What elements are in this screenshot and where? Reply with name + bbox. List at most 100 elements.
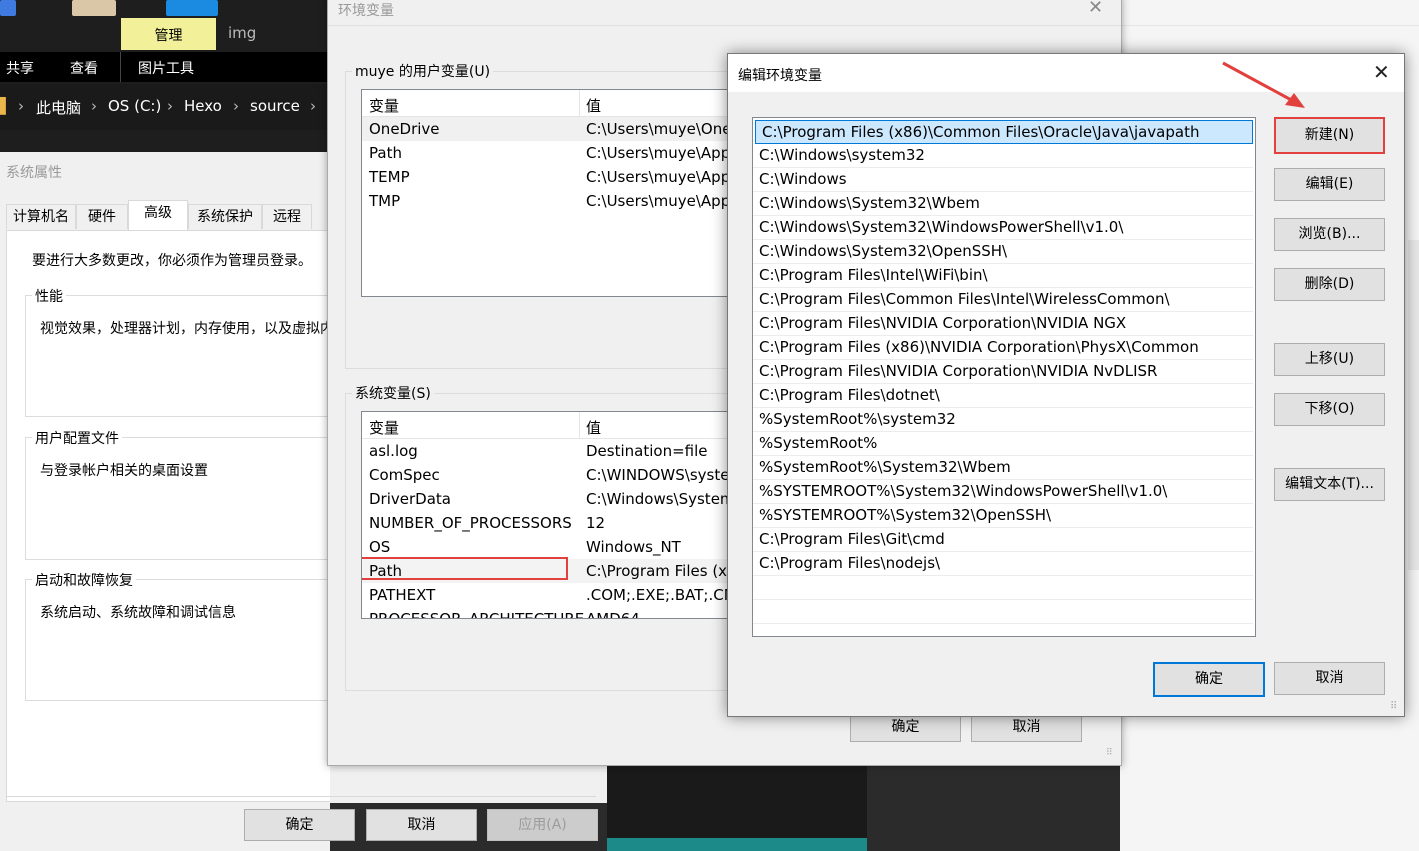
resize-grip-icon[interactable]: ⠿ [1390,702,1397,712]
group-label: 启动和故障恢复 [32,570,136,590]
list-item[interactable]: C:\Windows\System32\OpenSSH\ [753,240,1253,264]
tab-advanced[interactable]: 高级 [128,200,188,230]
list-item[interactable]: %SystemRoot%\System32\Wbem [753,456,1253,480]
list-item[interactable]: C:\Program Files\nodejs\ [753,552,1253,576]
list-header: 变量 值 [362,90,762,117]
startup-recovery-group: 启动和故障恢复 系统启动、系统故障和调试信息 [25,570,331,701]
list-item[interactable]: C:\Windows\System32\WindowsPowerShell\v1… [753,216,1253,240]
list-header: 变量 值 [362,412,762,439]
variable-value: 12 [586,514,606,532]
list-item[interactable]: %SYSTEMROOT%\System32\OpenSSH\ [753,504,1253,528]
column-variable[interactable]: 变量 [369,95,399,116]
column-value[interactable]: 值 [586,417,601,438]
list-item[interactable]: %SystemRoot%\system32 [753,408,1253,432]
cancel-button[interactable]: 取消 [366,809,477,841]
list-item[interactable]: C:\Windows\system32 [753,144,1253,168]
delete-button[interactable]: 删除(D) [1274,268,1385,301]
variable-name: Path [369,144,402,162]
dialog-title: 环境变量 [338,3,394,19]
breadcrumb-source[interactable]: source [250,97,300,115]
taskbar-accent [607,838,867,851]
group-label: 性能 [32,286,66,306]
user-variables-list[interactable]: 变量 值 OneDrive C:\Users\muye\OneDrive Pat… [361,89,763,297]
ok-button[interactable]: 确定 [1153,662,1265,697]
edit-text-button[interactable]: 编辑文本(T)... [1274,468,1385,501]
list-item-empty[interactable] [753,576,1253,600]
list-item[interactable]: C:\Program Files\dotnet\ [753,384,1253,408]
ribbon-view[interactable]: 查看 [70,58,98,78]
group-description: 与登录帐户相关的桌面设置 [40,463,208,479]
dialog-title: 系统属性 [6,165,62,181]
edit-button[interactable]: 编辑(E) [1274,168,1385,201]
list-item[interactable]: C:\Program Files\Git\cmd [753,528,1253,552]
list-item[interactable]: C:\Program Files\Intel\WiFi\bin\ [753,264,1253,288]
tab-computer-name[interactable]: 计算机名 [6,204,76,229]
ok-button[interactable]: 确定 [244,809,355,841]
group-label: muye 的用户变量(U) [352,61,494,81]
list-item[interactable]: C:\Windows [753,168,1253,192]
ribbon-share[interactable]: 共享 [6,58,34,78]
breadcrumb-hexo[interactable]: Hexo [184,97,222,115]
list-item[interactable]: %SystemRoot% [753,432,1253,456]
variable-name: OneDrive [369,120,440,138]
system-variables-list[interactable]: 变量 值 asl.log Destination=file ComSpec C:… [361,411,763,619]
background-titlebar [1120,0,1419,26]
dialog-background [330,763,607,803]
breadcrumb-c-drive[interactable]: OS (C:) [108,97,161,115]
list-item[interactable]: %SYSTEMROOT%\System32\WindowsPowerShell\… [753,480,1253,504]
tab-bar: 计算机名 硬件 高级 系统保护 远程 [6,200,330,230]
browse-button[interactable]: 浏览(B)... [1274,218,1385,251]
close-icon[interactable]: ✕ [1373,60,1390,84]
folder-icon: ▌ [0,97,12,115]
group-label: 系统变量(S) [352,383,434,403]
background-scrollbar [1408,240,1419,570]
variable-name: PATHEXT [369,586,436,604]
ribbon-bar: 共享 查看 图片工具 [0,52,330,82]
variable-value: Windows_NT [586,538,681,556]
list-item[interactable]: C:\Windows\System32\Wbem [753,192,1253,216]
tab-hardware[interactable]: 硬件 [76,204,128,229]
column-divider[interactable] [579,90,580,116]
list-item[interactable]: C:\Program Files (x86)\Common Files\Orac… [755,120,1253,144]
admin-notice: 要进行大多数更改，你必须作为管理员登录。 [32,253,312,269]
list-item-empty[interactable] [753,600,1253,624]
list-item[interactable]: C:\Program Files\NVIDIA Corporation\NVID… [753,360,1253,384]
breadcrumb-this-pc[interactable]: 此电脑 [36,97,81,118]
app-s-icon[interactable] [166,0,218,16]
list-item[interactable]: C:\Program Files\NVIDIA Corporation\NVID… [753,312,1253,336]
group-description: 视觉效果，处理器计划，内存使用，以及虚拟内存 [40,321,348,337]
move-down-button[interactable]: 下移(O) [1274,393,1385,426]
group-description: 系统启动、系统故障和调试信息 [40,605,236,621]
apply-button[interactable]: 应用(A) [487,809,598,841]
column-divider[interactable] [579,412,580,438]
list-item[interactable]: C:\Program Files\Common Files\Intel\Wire… [753,288,1253,312]
variable-name: DriverData [369,490,451,508]
annotation-arrow-icon [1222,61,1305,108]
chevron-right-icon: › [233,97,239,115]
move-up-button[interactable]: 上移(U) [1274,343,1385,376]
tab-manage[interactable]: 管理 [121,18,216,50]
column-value[interactable]: 值 [586,95,601,116]
breadcrumb: ▌ › 此电脑 › OS (C:) › Hexo › source › [0,84,330,130]
cancel-button[interactable]: 取消 [1274,662,1385,695]
chevron-right-icon: › [310,97,316,115]
variable-value: .COM;.EXE;.BAT;.CMD [586,586,749,604]
variable-name: OS [369,538,391,556]
group-label: 用户配置文件 [32,428,122,448]
chevron-right-icon: › [167,97,173,115]
chevron-right-icon: › [91,97,97,115]
new-button[interactable]: 新建(N) [1274,117,1385,154]
column-variable[interactable]: 变量 [369,417,399,438]
divider [6,790,596,797]
list-item[interactable]: C:\Program Files (x86)\NVIDIA Corporatio… [753,336,1253,360]
thumbnail-icon[interactable] [0,0,16,16]
close-icon[interactable]: ✕ [1088,0,1103,18]
tab-system-protection[interactable]: 系统保护 [188,204,262,229]
variable-value: AMD64 [586,610,640,619]
thumbnail-icon[interactable] [72,0,116,16]
ribbon-picture-tools[interactable]: 图片工具 [138,58,194,78]
resize-grip-icon[interactable]: ⠿ [1106,749,1113,758]
performance-group: 性能 视觉效果，处理器计划，内存使用，以及虚拟内存 [25,286,348,417]
path-list[interactable]: C:\Program Files (x86)\Common Files\Orac… [752,117,1256,637]
tab-remote[interactable]: 远程 [262,204,312,229]
